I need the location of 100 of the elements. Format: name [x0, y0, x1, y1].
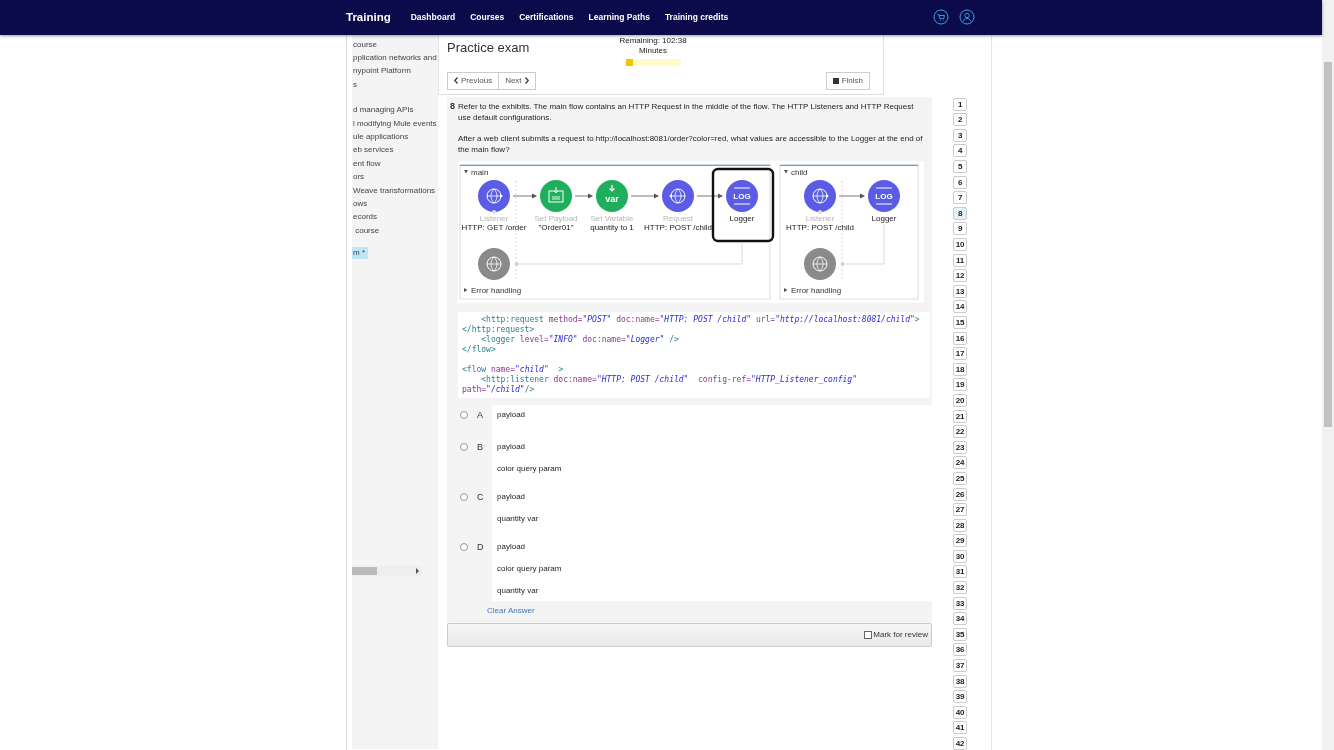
user-icon[interactable]	[959, 9, 975, 26]
question-number-button[interactable]: 3	[953, 128, 967, 142]
expand-triangle-icon	[464, 287, 468, 292]
checkbox-label[interactable]: Mark for review	[873, 630, 928, 640]
code-line: <flow name="child" >	[462, 364, 565, 375]
flow-name: main	[471, 167, 489, 177]
course-menu-item[interactable]: pplication networks and	[352, 53, 437, 67]
course-menu-item[interactable]: Weave transformations	[352, 185, 436, 199]
course-menu-item[interactable]: l modifying Mule events	[352, 118, 437, 132]
answer-text: payload	[497, 441, 527, 452]
next-button[interactable]: Next	[499, 71, 536, 90]
course-menu-item[interactable]: eb services	[352, 145, 394, 159]
question-number-button[interactable]: 31	[953, 565, 967, 579]
finish-button[interactable]: Finish	[825, 71, 870, 90]
question-number-button[interactable]: 13	[953, 284, 967, 298]
course-menu-item[interactable]: ows	[352, 198, 368, 213]
section-label: Error handling	[791, 285, 842, 295]
question-number-button[interactable]: 4	[953, 144, 967, 158]
right-arrow-icon[interactable]	[415, 567, 420, 574]
question-number-button[interactable]: 12	[953, 269, 967, 283]
question-number-button[interactable]: 34	[953, 612, 967, 626]
question-number-button[interactable]: 27	[953, 503, 967, 517]
checkbox[interactable]	[864, 630, 873, 639]
brand-title: Training	[346, 11, 391, 24]
nav-link[interactable]: Dashboard	[410, 12, 456, 23]
clear-answer-link[interactable]: Clear Answer	[487, 605, 535, 615]
expand-triangle-icon	[784, 287, 788, 292]
question-number-button[interactable]: 16	[953, 331, 967, 345]
course-menu-item[interactable]: ule applications	[352, 132, 409, 146]
question-number-button[interactable]: 25	[953, 471, 967, 485]
question-number-button[interactable]: 28	[953, 518, 967, 532]
course-menu-item[interactable]: ent flow	[352, 158, 381, 173]
question-number-button[interactable]: 37	[953, 659, 967, 673]
horizontal-scrollbar[interactable]	[352, 565, 422, 576]
code-line: <logger level="INFO" doc:name="Logger" />	[480, 334, 680, 345]
question-number-button[interactable]: 35	[953, 627, 967, 641]
option-letter: A	[477, 409, 483, 420]
course-menu-item[interactable]: course	[352, 225, 380, 240]
question-number-button[interactable]: 8	[953, 206, 967, 220]
question-number-button[interactable]: 20	[953, 393, 967, 407]
flow-arrow	[512, 193, 537, 199]
flow-arrow	[838, 193, 865, 199]
collapse-triangle-icon	[784, 169, 788, 174]
question-number-button[interactable]: 17	[953, 347, 967, 361]
question-number-button[interactable]: 21	[953, 409, 967, 423]
question-number-button[interactable]: 14	[953, 300, 967, 314]
question-number-button[interactable]: 41	[953, 721, 967, 735]
flow-name: child	[791, 167, 808, 177]
question-number-button[interactable]: 6	[953, 175, 967, 189]
question-number-button[interactable]: 11	[953, 253, 967, 267]
answer-text: quantity var	[497, 513, 540, 524]
vertical-scrollbar[interactable]	[1324, 62, 1332, 427]
question-number-button[interactable]: 2	[953, 113, 967, 127]
question-number-button[interactable]: 10	[953, 238, 967, 251]
question-number-button[interactable]: 1	[953, 97, 967, 111]
question-number-button[interactable]: 26	[953, 487, 967, 501]
question-number-button[interactable]: 36	[953, 643, 967, 657]
question-number-button[interactable]: 22	[953, 425, 967, 439]
course-menu-item[interactable]: nypoint Platform	[352, 66, 411, 80]
question-number-button[interactable]: 23	[953, 440, 967, 454]
option-letter: B	[477, 441, 483, 452]
radio-button[interactable]	[460, 542, 468, 551]
chevron-right-icon	[524, 77, 529, 85]
node-caption: HTTP: POST /child	[786, 222, 854, 232]
nav-link[interactable]: Training credits	[664, 12, 729, 23]
question-number-button[interactable]: 5	[953, 160, 967, 174]
question-number: 8	[450, 100, 456, 113]
course-menu-item[interactable]: d managing APIs	[352, 105, 414, 119]
course-menu-item[interactable]: m *	[352, 247, 368, 260]
code-line: <http:request method="POST" doc:name="HTTP: POST /child" url="http://localhost:8081/child"></http:request>	[462, 314, 921, 335]
question-number-button[interactable]: 39	[953, 690, 967, 704]
question-number-button[interactable]: 40	[953, 705, 967, 719]
question-number-button[interactable]: 7	[953, 191, 967, 205]
question-number-button[interactable]: 15	[953, 315, 967, 329]
question-number-button[interactable]: 18	[953, 362, 967, 376]
course-menu-item[interactable]: course	[352, 39, 377, 54]
course-menu-item[interactable]: ecords	[352, 212, 377, 226]
nav-link[interactable]: Certifications	[519, 12, 574, 23]
radio-button[interactable]	[460, 492, 468, 501]
course-menu-item[interactable]: s	[352, 79, 357, 94]
cart-icon[interactable]	[933, 9, 949, 26]
question-number-button[interactable]: 19	[953, 378, 967, 392]
question-number-button[interactable]: 38	[953, 674, 967, 688]
question-number-button[interactable]: 42	[953, 737, 967, 750]
node-caption: quantity to 1	[590, 222, 634, 232]
course-menu-item[interactable]: ors	[352, 172, 365, 186]
previous-button[interactable]: Previous	[447, 71, 500, 90]
radio-button[interactable]	[460, 410, 468, 419]
code-line: </flow>	[462, 344, 497, 355]
globe-icon	[478, 247, 510, 280]
question-number-button[interactable]: 33	[953, 596, 967, 610]
answer-text: payload	[497, 541, 527, 552]
question-number-button[interactable]: 29	[953, 534, 967, 548]
question-number-button[interactable]: 9	[953, 222, 967, 236]
question-number-button[interactable]: 30	[953, 549, 967, 563]
question-number-button[interactable]: 32	[953, 581, 967, 595]
radio-button[interactable]	[460, 442, 468, 451]
question-number-button[interactable]: 24	[953, 456, 967, 470]
nav-link[interactable]: Learning Paths	[588, 12, 650, 23]
nav-link[interactable]: Courses	[470, 12, 505, 23]
